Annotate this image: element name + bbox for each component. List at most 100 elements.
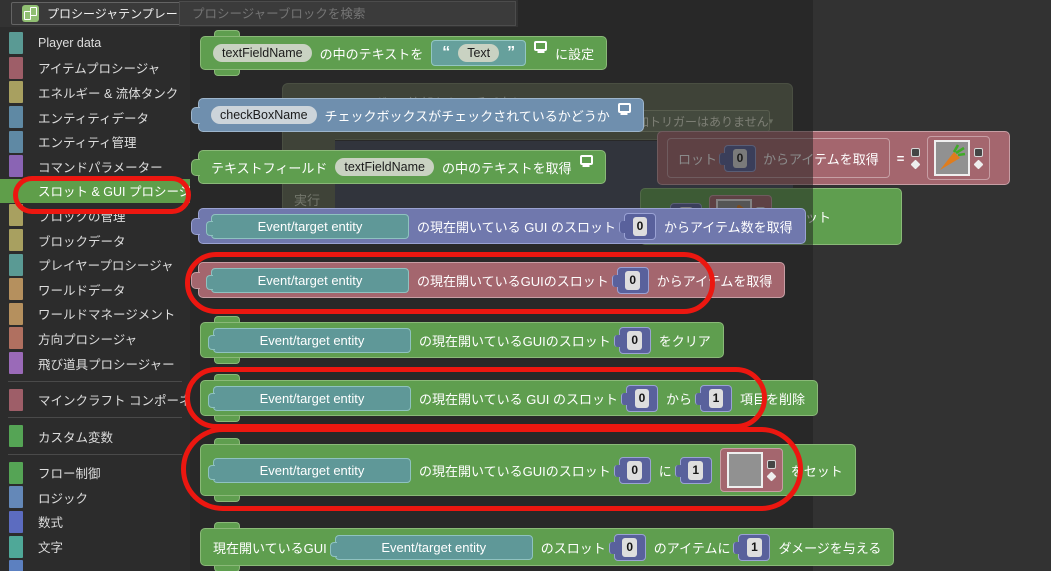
sidebar-item-label: スロット & GUI プロシージャ xyxy=(38,185,190,200)
sidebar-item-slot-gui-procedures[interactable]: スロット & GUI プロシージャ xyxy=(0,178,190,204)
client-side-icon xyxy=(579,155,593,165)
procedure-template-window: イベントトリガー: 外部からの呼び出し 行される: 追加トリガーはありません ▾… xyxy=(0,0,1051,571)
count-number-value: 1 xyxy=(688,460,704,480)
empty-item-slot xyxy=(726,452,763,488)
sidebar-item-flow-control[interactable]: フロー制御 xyxy=(0,461,190,486)
sidebar-item-text[interactable]: 文字 xyxy=(0,534,190,559)
block-text: に xyxy=(658,463,672,479)
sidebar-item-world-data[interactable]: ワールドデータ xyxy=(0,277,190,302)
category-color-bar xyxy=(9,425,23,448)
sidebar-item-command-parameters[interactable]: コマンドパラメーター xyxy=(0,154,190,179)
text-value-field[interactable]: Text xyxy=(458,44,500,62)
entity-dropdown[interactable]: Event/target entity xyxy=(329,534,533,560)
template-set-item-in-slot[interactable]: Event/target entity の現在開いているGUIのスロット 0 に… xyxy=(200,438,856,502)
category-color-bar xyxy=(9,130,23,153)
category-color-bar xyxy=(9,486,23,509)
slot-number-field[interactable]: 0 xyxy=(611,266,649,294)
sidebar-item-label: マインクラフト コンポーネント xyxy=(38,394,190,409)
block-toggle-icon[interactable] xyxy=(766,460,776,469)
slot-number-field[interactable]: 0 xyxy=(613,456,651,484)
sidebar-item-direction-procedures[interactable]: 方向プロシージャ xyxy=(0,326,190,351)
slot-number-value: 0 xyxy=(625,270,641,290)
sidebar-item-block-data[interactable]: ブロックデータ xyxy=(0,228,190,253)
panel-title: プロシージャテンプレート xyxy=(47,7,190,21)
sidebar-divider xyxy=(0,449,190,461)
block-text: のアイテムに xyxy=(653,540,731,556)
template-set-textfield-text[interactable]: textFieldName の中のテキストを “ Text ” に設定 xyxy=(200,30,608,76)
category-color-bar xyxy=(9,352,23,375)
sidebar-item-block-management[interactable]: ブロックの管理 xyxy=(0,203,190,228)
category-color-bar xyxy=(9,560,23,571)
block-toggle-icon xyxy=(911,148,921,157)
sidebar-item-label: ロジック xyxy=(38,491,89,506)
template-checkbox-is-checked[interactable]: checkBoxName チェックボックスがチェックされているかどうか xyxy=(191,98,644,132)
gem-dropdown-icon xyxy=(973,159,984,170)
sidebar-item-entity-data[interactable]: エンティティデータ xyxy=(0,105,190,130)
block-text: の現在開いているGUIのスロット xyxy=(417,273,609,289)
count-number-field[interactable]: 1 xyxy=(694,384,732,412)
sidebar-item-world-management[interactable]: ワールドマネージメント xyxy=(0,302,190,327)
entity-dropdown[interactable]: Event/target entity xyxy=(206,213,409,239)
sidebar-item-partial[interactable] xyxy=(0,559,190,571)
block-text: から xyxy=(665,391,692,407)
template-panel-header: プロシージャテンプレート xyxy=(0,0,518,27)
sidebar-item-item-procedures[interactable]: アイテムプロシージャ xyxy=(0,56,190,81)
sidebar-item-projectile-procedures[interactable]: 飛び道具プロシージャー xyxy=(0,351,190,376)
template-get-item-from-slot[interactable]: Event/target entity の現在開いているGUIのスロット 0 か… xyxy=(191,262,786,298)
item-field-buttons xyxy=(973,148,984,170)
entity-dropdown[interactable]: Event/target entity xyxy=(208,457,411,483)
sidebar-item-label: アイテムプロシージャ xyxy=(38,62,161,77)
search-input[interactable] xyxy=(179,1,516,26)
category-color-bar xyxy=(9,327,23,350)
bg-carrot-item-field xyxy=(927,136,991,180)
sidebar-item-label: プレイヤープロシージャ xyxy=(38,259,174,274)
sidebar-item-label: 飛び道具プロシージャー xyxy=(38,357,175,372)
sidebar-item-energy-fluid[interactable]: エネルギー & 流体タンク xyxy=(0,80,190,105)
text-value-block[interactable]: “ Text ” xyxy=(431,40,527,66)
entity-dropdown[interactable]: Event/target entity xyxy=(206,267,409,293)
block-text: ダメージを与える xyxy=(778,540,882,556)
template-get-item-count-from-slot[interactable]: Event/target entity の現在開いている GUI のスロット 0… xyxy=(191,208,806,244)
template-damage-item-in-slot[interactable]: 現在開いているGUI Event/target entity のスロット 0 の… xyxy=(200,522,895,571)
textfield-name-field[interactable]: textFieldName xyxy=(213,44,312,62)
item-selector-field[interactable] xyxy=(719,448,783,492)
slot-number-field[interactable]: 0 xyxy=(620,384,658,412)
slot-number-field[interactable]: 0 xyxy=(613,326,651,354)
gem-dropdown-icon[interactable] xyxy=(766,471,777,482)
slot-number-value: 0 xyxy=(632,216,648,236)
sidebar-item-player-data[interactable]: Player data xyxy=(0,31,190,56)
block-text: のスロット xyxy=(540,540,606,556)
sidebar-item-minecraft-components[interactable]: マインクラフト コンポーネント xyxy=(0,387,190,412)
entity-dropdown[interactable]: Event/target entity xyxy=(208,385,411,411)
item-field-buttons[interactable] xyxy=(766,460,777,482)
block-text: の現在開いている GUI のスロット xyxy=(417,219,616,235)
sidebar-item-math[interactable]: 数式 xyxy=(0,510,190,535)
category-color-bar xyxy=(9,302,23,325)
checkbox-name-field[interactable]: checkBoxName xyxy=(211,106,317,124)
gem-dropdown-icon xyxy=(910,159,921,170)
template-clear-slot[interactable]: Event/target entity の現在開いているGUIのスロット 0 を… xyxy=(200,316,724,364)
category-color-bar xyxy=(9,535,23,558)
count-number-value: 1 xyxy=(747,537,762,557)
textfield-name-field[interactable]: textFieldName xyxy=(335,158,434,176)
close-quote-icon: ” xyxy=(507,44,516,61)
sidebar-item-player-procedures[interactable]: プレイヤープロシージャ xyxy=(0,252,190,277)
category-color-bar xyxy=(9,510,23,533)
sidebar-item-label: ブロックの管理 xyxy=(38,209,126,224)
template-get-textfield-text[interactable]: テキストフィールド textFieldName の中のテキストを取得 xyxy=(191,150,606,184)
count-number-field[interactable]: 1 xyxy=(674,456,712,484)
slot-number-field[interactable]: 0 xyxy=(608,533,646,561)
procedure-template-button[interactable]: プロシージャテンプレート xyxy=(11,2,201,25)
sidebar-item-custom-variables[interactable]: カスタム変数 xyxy=(0,424,190,449)
category-color-bar xyxy=(9,56,23,79)
template-remove-items-from-slot[interactable]: Event/target entity の現在開いている GUI のスロット 0… xyxy=(200,374,818,422)
category-color-bar xyxy=(9,388,23,411)
category-color-bar xyxy=(9,179,23,202)
slot-number-field[interactable]: 0 xyxy=(618,212,656,240)
sidebar-item-entity-management[interactable]: エンティティ管理 xyxy=(0,129,190,154)
count-number-field[interactable]: 1 xyxy=(733,533,771,561)
sidebar-item-logic[interactable]: ロジック xyxy=(0,485,190,510)
category-color-bar xyxy=(9,278,23,301)
entity-dropdown[interactable]: Event/target entity xyxy=(208,327,411,353)
category-color-bar xyxy=(9,106,23,129)
